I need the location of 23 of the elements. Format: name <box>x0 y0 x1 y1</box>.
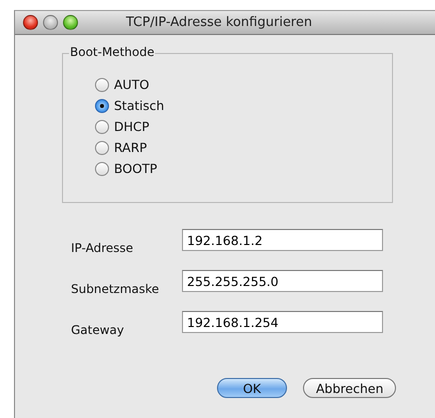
radio-button[interactable] <box>95 140 109 154</box>
window-title: TCP/IP-Adresse konfigurieren <box>126 15 312 30</box>
group-label: Boot-Methode <box>69 45 156 59</box>
radio-button[interactable] <box>95 162 109 176</box>
radio-button[interactable] <box>95 98 109 112</box>
input-field[interactable]: 192.168.1.254 <box>182 311 383 333</box>
dialog-button[interactable]: Abbrechen <box>303 378 396 398</box>
zoom-icon[interactable] <box>63 15 78 30</box>
radio-label: BOOTP <box>114 161 158 176</box>
input-field[interactable]: 255.255.255.0 <box>182 270 383 292</box>
radio-button[interactable] <box>95 78 109 92</box>
radio-button[interactable] <box>95 120 109 134</box>
field-label: IP-Adresse <box>71 241 134 255</box>
input-field[interactable]: 192.168.1.2 <box>182 229 383 251</box>
field-label: Gateway <box>71 323 126 337</box>
minimize-icon[interactable] <box>43 15 58 30</box>
dialog-button[interactable]: OK <box>217 378 287 398</box>
radio-label: RARP <box>114 140 147 155</box>
radio-label: DHCP <box>114 119 150 134</box>
close-icon[interactable] <box>23 15 38 30</box>
radio-label: Statisch <box>114 98 164 113</box>
field-label: Subnetzmaske <box>71 282 160 296</box>
radio-label: AUTO <box>114 77 150 92</box>
